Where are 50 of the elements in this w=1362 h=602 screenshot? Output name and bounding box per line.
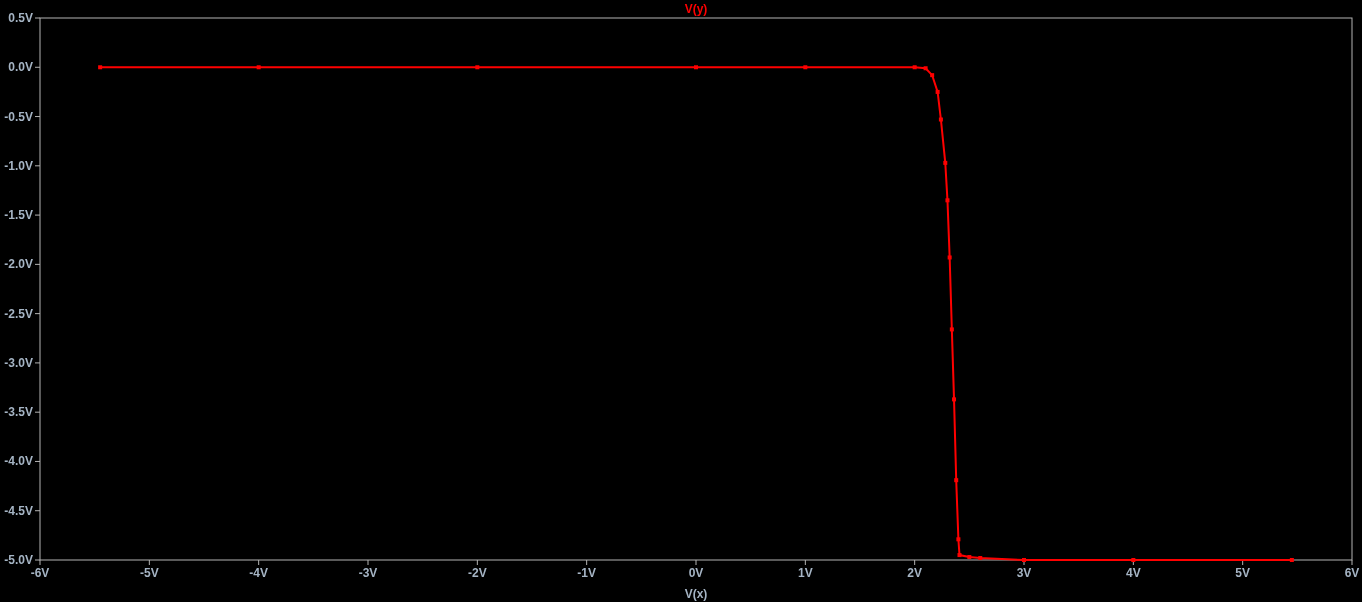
y-tick-label: -3.0V (4, 355, 33, 370)
y-tick-label: -1.0V (4, 158, 33, 173)
data-point-marker (952, 397, 957, 402)
data-point-marker (694, 65, 698, 70)
y-tick-label: -0.5V (4, 109, 33, 124)
x-tick-label: -4V (249, 566, 268, 580)
data-point-marker (949, 327, 954, 332)
data-point-marker (956, 537, 961, 542)
data-point-marker (935, 89, 940, 94)
data-point-marker (1131, 558, 1136, 562)
data-point-marker (475, 65, 480, 70)
data-point-marker (1022, 558, 1026, 562)
x-tick-label: -1V (577, 566, 596, 580)
data-point-marker (945, 198, 950, 203)
data-point-marker (978, 556, 983, 561)
x-tick-label: 3V (1016, 566, 1032, 580)
y-tick-label: -3.5V (4, 405, 33, 420)
data-point-marker (803, 65, 808, 70)
data-point-marker (256, 65, 261, 70)
x-tick-label: 2V (907, 566, 922, 580)
y-tick-label: -1.5V (4, 208, 33, 223)
series-label: V(y) (684, 2, 708, 16)
data-point-marker (1289, 558, 1294, 562)
x-axis-label: V(x) (684, 587, 708, 601)
y-tick-label: -2.0V (4, 257, 33, 272)
y-tick-label: 0.5V (8, 11, 33, 25)
x-tick-label: 0V (688, 566, 704, 580)
y-tick-label: -4.0V (4, 454, 33, 469)
x-tick-label: -6V (30, 566, 50, 580)
data-point-marker (912, 65, 917, 70)
x-tick-label: 4V (1126, 566, 1141, 580)
data-point-marker (923, 66, 928, 71)
y-tick-label: -5.0V (4, 553, 33, 567)
data-point-marker (943, 160, 948, 165)
data-point-marker (930, 73, 935, 78)
data-point-marker (938, 117, 943, 122)
x-tick-label: 1V (798, 566, 813, 580)
data-point-marker (947, 255, 952, 260)
data-point-marker (98, 65, 103, 70)
y-tick-label: 0.0V (8, 60, 33, 75)
y-tick-label: -4.5V (4, 503, 33, 518)
data-point-marker (957, 553, 962, 558)
y-tick-label: -2.5V (4, 306, 33, 321)
data-point-marker (954, 478, 959, 483)
x-tick-label: -2V (468, 566, 487, 580)
x-tick-label: -5V (140, 566, 159, 580)
x-tick-label: -3V (358, 566, 378, 580)
data-point-marker (967, 555, 972, 560)
x-tick-label: 5V (1235, 566, 1250, 580)
x-tick-label: 6V (1344, 566, 1360, 580)
